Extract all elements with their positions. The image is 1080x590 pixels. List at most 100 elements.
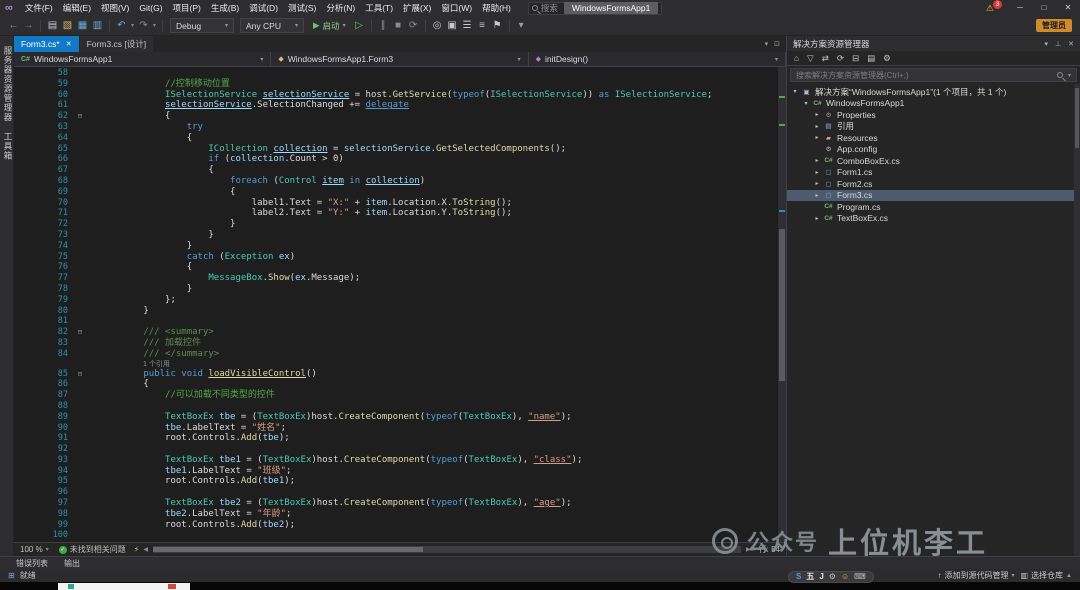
tree-item[interactable]: ▸C#TextBoxEx.cs	[787, 213, 1080, 225]
fold-marker-icon[interactable]: ⊟	[74, 111, 86, 122]
menu-item[interactable]: 帮助(H)	[477, 2, 516, 14]
find-in-files-icon[interactable]: ▣	[445, 17, 460, 35]
scrollbar-thumb[interactable]	[153, 547, 424, 552]
expander-icon[interactable]: ▸	[812, 157, 822, 164]
menu-item[interactable]: 编辑(E)	[58, 2, 96, 14]
menu-item[interactable]: 分析(N)	[321, 2, 360, 14]
scroll-left-icon[interactable]: ◀	[143, 546, 148, 553]
restart-icon[interactable]: ⟳	[406, 17, 421, 35]
configuration-select[interactable]: Debug▾	[170, 18, 234, 33]
expander-icon[interactable]: ▸	[812, 192, 822, 199]
platform-select[interactable]: Any CPU▾	[240, 18, 304, 33]
start-without-debugging-icon[interactable]: ▷	[352, 17, 367, 35]
settings-icon[interactable]: ⚙	[829, 572, 836, 582]
expander-icon[interactable]: ▸	[812, 180, 822, 187]
tree-item[interactable]: ▾C#WindowsFormsApp1	[787, 98, 1080, 110]
sogou-logo-icon[interactable]: S	[796, 572, 801, 582]
menu-item[interactable]: 视图(V)	[96, 2, 134, 14]
codelens-references[interactable]: 1 个引用	[14, 360, 778, 369]
switch-views-icon[interactable]: ⌂	[794, 53, 799, 63]
collapse-all-icon[interactable]: ⊟	[852, 53, 859, 64]
menu-item[interactable]: 调试(D)	[244, 2, 283, 14]
panel-header[interactable]: 解决方案资源管理器 ▾⊥✕	[787, 36, 1080, 51]
solution-name-chip[interactable]: WindowsFormsApp1	[564, 2, 658, 14]
tree-item[interactable]: ▸▢Form3.cs	[787, 190, 1080, 202]
code-cleanup-icon[interactable]: ⚡	[134, 545, 140, 554]
panel-tab[interactable]: 错误列表	[16, 558, 48, 569]
menu-item[interactable]: 测试(S)	[283, 2, 321, 14]
expander-icon[interactable]: ▾	[790, 88, 800, 95]
emoji-icon[interactable]: ☺	[841, 572, 849, 582]
tool-window-tab[interactable]: 服务器资源管理器	[2, 46, 14, 122]
undo-icon-caret[interactable]: ▾	[129, 22, 136, 29]
comment-icon[interactable]: ☰	[460, 17, 475, 35]
solution-search-input[interactable]: 搜索解决方案资源管理器(Ctrl+;) ▾	[790, 68, 1077, 82]
quick-search-box[interactable]: 搜索 WindowsFormsApp1	[528, 2, 662, 15]
select-repository-button[interactable]: ▥ 选择仓库 ▲	[1020, 570, 1072, 581]
find-icon[interactable]: ◎	[430, 17, 445, 35]
tree-item[interactable]: ▸▢Form2.cs	[787, 178, 1080, 190]
background-tasks-icon[interactable]: ⊞	[8, 571, 15, 580]
simplified-mode-icon[interactable]: J	[819, 572, 823, 582]
add-to-source-control-button[interactable]: ↑ 添加到源代码管理 ▾	[937, 570, 1014, 581]
new-file-icon[interactable]: ▤	[45, 17, 60, 35]
tool-window-tab[interactable]: 工具箱	[2, 132, 14, 161]
stop-icon[interactable]: ■	[391, 17, 406, 35]
redo-icon-caret[interactable]: ▾	[151, 22, 158, 29]
active-files-dropdown-icon[interactable]: ▾	[765, 40, 769, 48]
tree-item[interactable]: ▸⚙Properties	[787, 109, 1080, 121]
undo-icon[interactable]: ↶	[114, 17, 129, 35]
editor-horizontal-scrollbar[interactable]	[153, 546, 741, 553]
refresh-icon[interactable]: ⟳	[837, 53, 844, 64]
scrollbar-thumb[interactable]	[779, 229, 785, 381]
fold-marker-icon[interactable]: ⊟	[74, 369, 86, 380]
toolbar-options-icon[interactable]: ▾	[514, 17, 529, 35]
properties-icon[interactable]: ⚙	[883, 53, 891, 64]
close-button[interactable]: ✕	[1056, 0, 1080, 16]
start-button[interactable]: ▶启动▾	[307, 20, 352, 32]
tree-item[interactable]: ▸▤引用	[787, 121, 1080, 133]
document-health-indicator[interactable]: ✓未找到相关问题	[59, 544, 126, 555]
expander-icon[interactable]: ▸	[812, 111, 822, 118]
minimize-button[interactable]: ─	[1008, 0, 1032, 16]
panel-scrollbar[interactable]	[1074, 84, 1080, 556]
open-file-icon[interactable]: ▧	[60, 17, 75, 35]
expander-icon[interactable]: ▸	[812, 169, 822, 176]
save-all-icon[interactable]: ▥	[90, 17, 105, 35]
redo-icon[interactable]: ↷	[136, 17, 151, 35]
expander-icon[interactable]: ▾	[801, 100, 811, 107]
menu-item[interactable]: 文件(F)	[20, 2, 58, 14]
scroll-right-icon[interactable]: ▶	[746, 546, 751, 553]
save-icon[interactable]: ▦	[75, 17, 90, 35]
filter-icon[interactable]: ▽	[807, 53, 814, 64]
code-editor[interactable]: 5859 //控制移动位置60 ISelectionService select…	[14, 67, 778, 542]
nav-back-icon[interactable]: ←	[6, 17, 21, 35]
expander-icon[interactable]: ▸	[812, 123, 822, 130]
document-tab[interactable]: Form3.cs*✕	[14, 36, 79, 52]
tree-item[interactable]: ▸▢Form1.cs	[787, 167, 1080, 179]
tree-item[interactable]: ⚙App.config	[787, 144, 1080, 156]
pin-icon[interactable]: ⊥	[1055, 40, 1061, 48]
zoom-select[interactable]: 100 %▾	[20, 545, 49, 554]
tree-item[interactable]: ▸▰Resources	[787, 132, 1080, 144]
tree-item[interactable]: ▾▣解决方案“WindowsFormsApp1”(1 个项目，共 1 个)	[787, 86, 1080, 98]
bookmark-icon[interactable]: ⚑	[490, 17, 505, 35]
expander-icon[interactable]: ▸	[812, 215, 822, 222]
tree-item[interactable]: ▸C#ComboBoxEx.cs	[787, 155, 1080, 167]
panel-tab[interactable]: 输出	[64, 558, 80, 569]
menu-item[interactable]: 工具(T)	[360, 2, 398, 14]
tab-close-icon[interactable]: ✕	[66, 40, 72, 48]
menu-item[interactable]: 窗口(W)	[436, 2, 477, 14]
break-all-icon[interactable]: ∥	[376, 17, 391, 35]
menu-item[interactable]: 扩展(X)	[398, 2, 436, 14]
nav-forward-icon[interactable]: →	[21, 17, 36, 35]
show-all-files-icon[interactable]: ▤	[867, 53, 875, 64]
notifications-icon[interactable]: ⚠3	[986, 3, 994, 14]
breadcrumb-project-dropdown[interactable]: C#WindowsFormsApp1▾	[14, 52, 271, 66]
sync-active-document-icon[interactable]: ⇄	[822, 53, 829, 64]
menu-item[interactable]: 项目(P)	[168, 2, 206, 14]
maximize-button[interactable]: □	[1032, 0, 1056, 16]
expander-icon[interactable]: ▸	[812, 134, 822, 141]
fold-marker-icon[interactable]: ⊟	[74, 327, 86, 338]
uncomment-icon[interactable]: ≡	[475, 17, 490, 35]
